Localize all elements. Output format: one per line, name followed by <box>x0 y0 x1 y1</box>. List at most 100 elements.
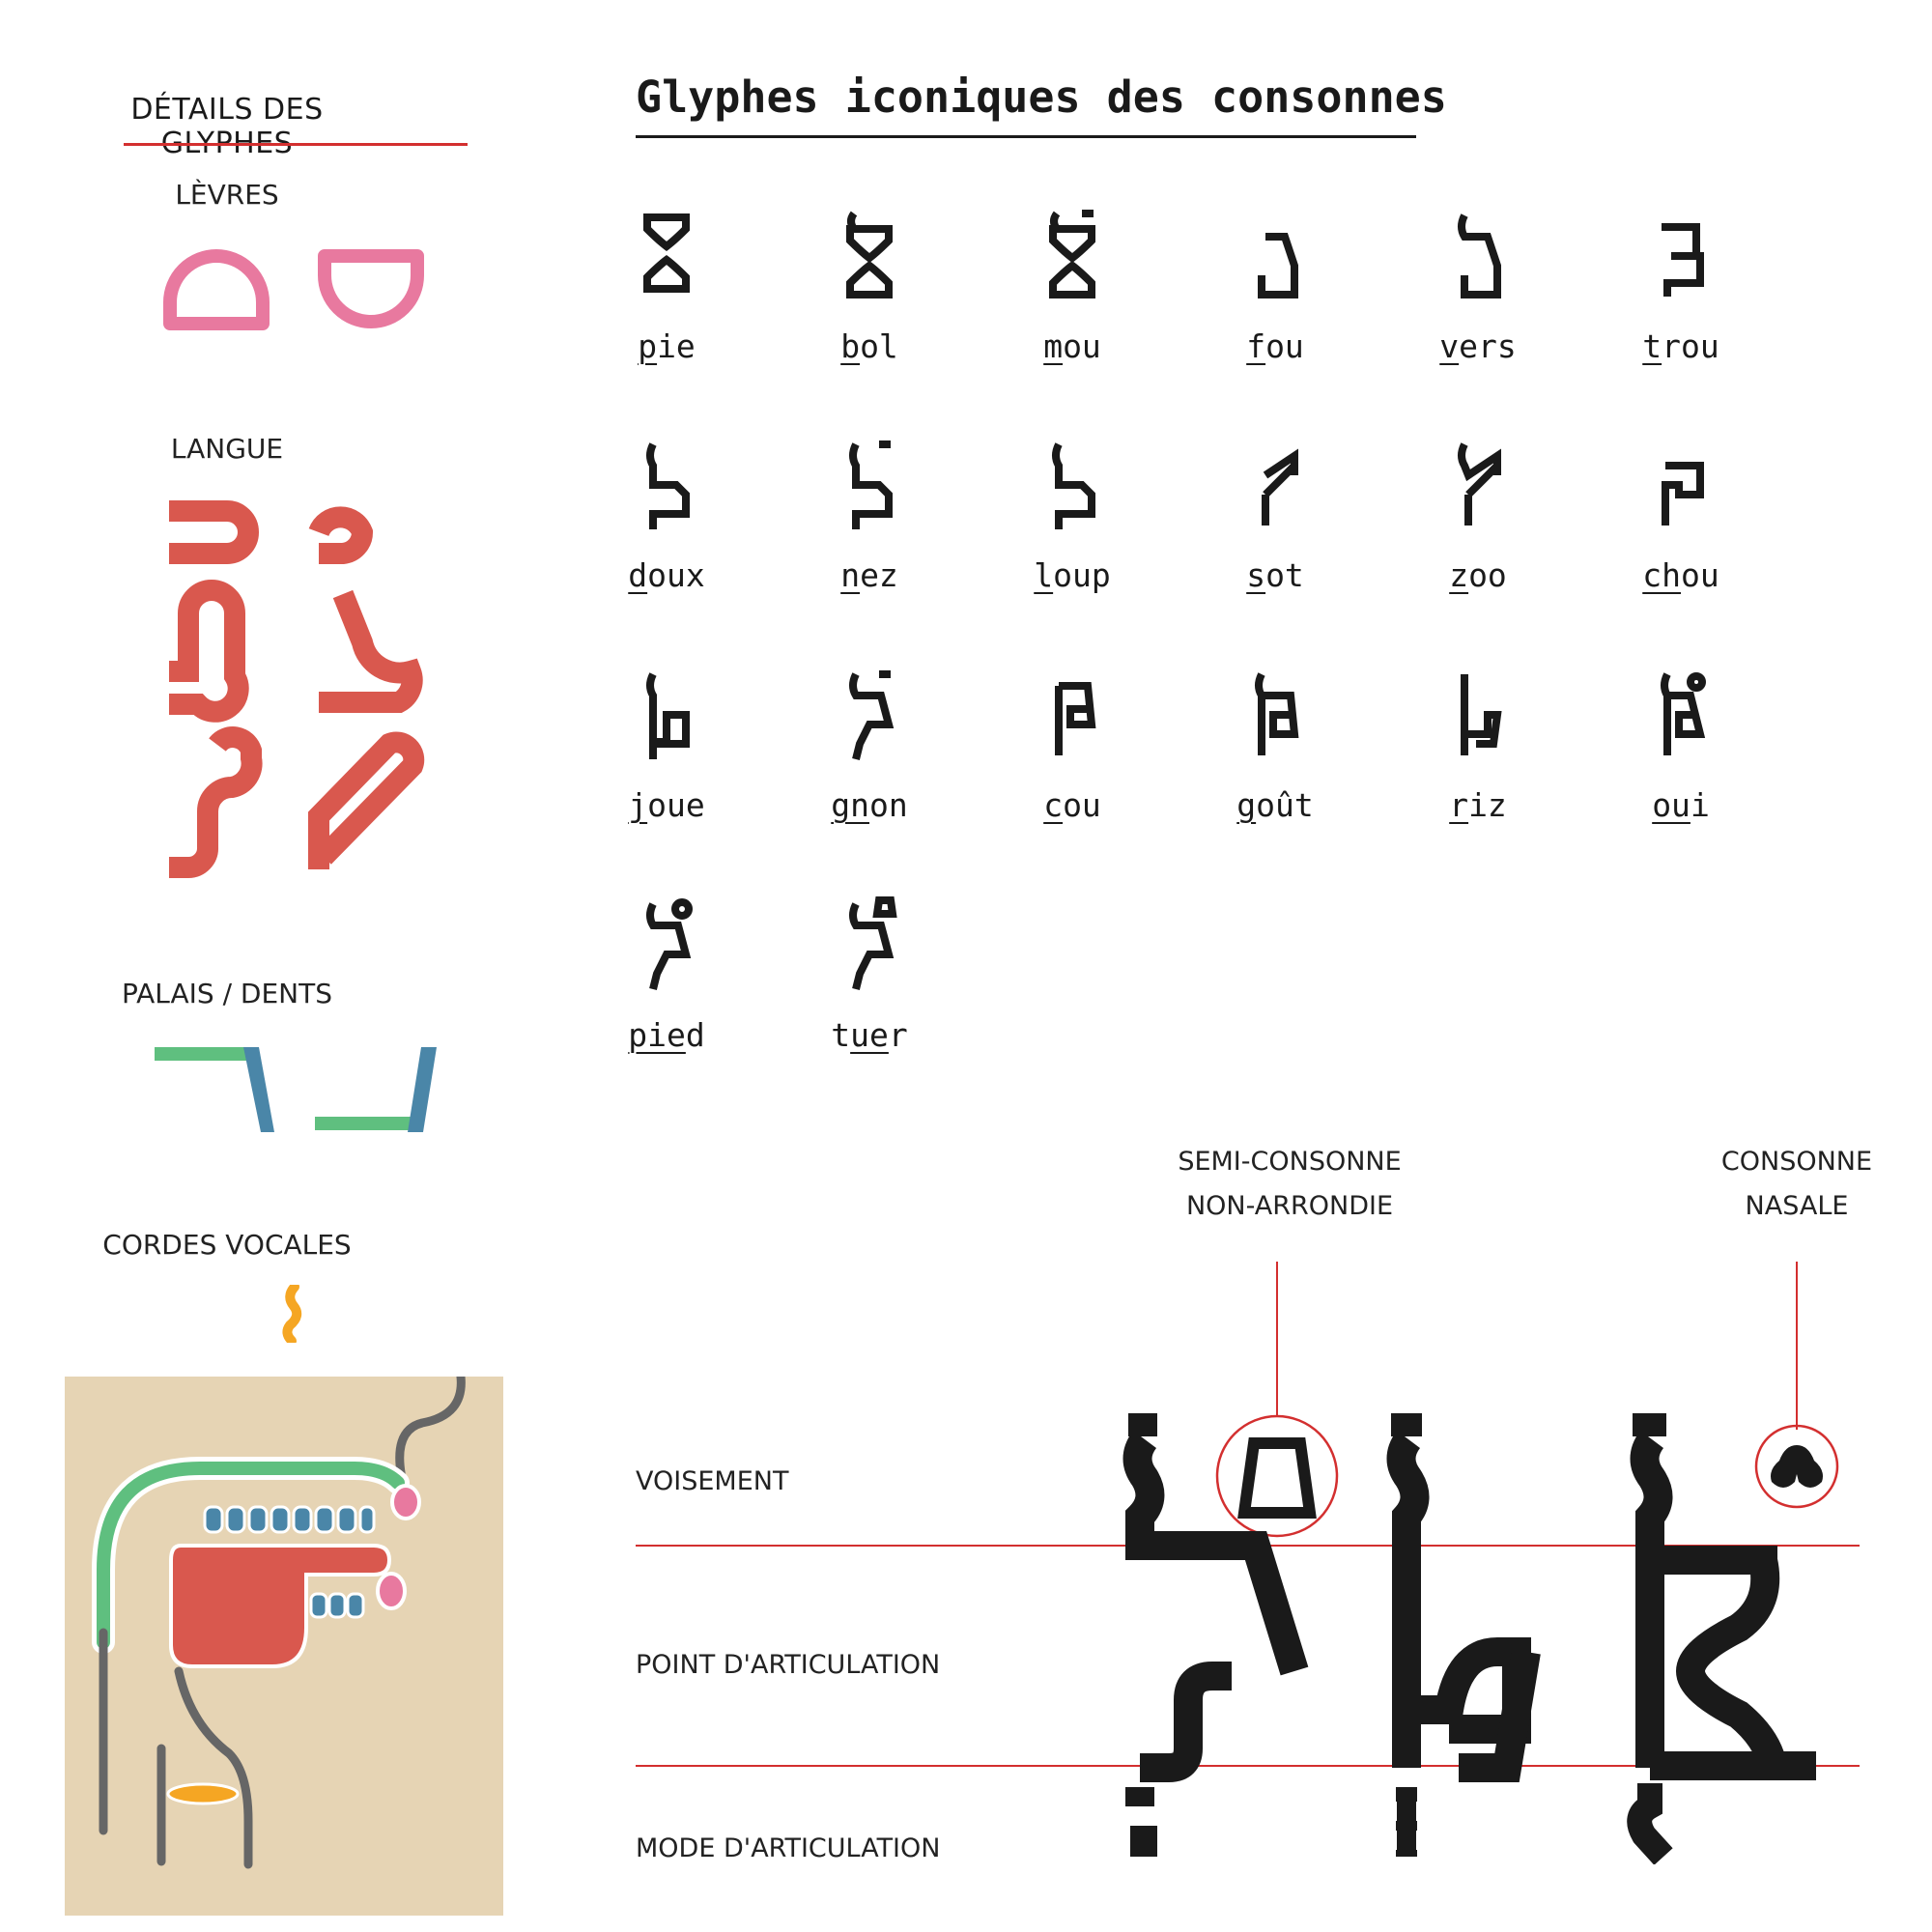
glyph-card: trou <box>1608 198 1753 365</box>
glyph-example-word: sot <box>1203 556 1348 594</box>
consonant-glyph-icon <box>1258 233 1298 298</box>
word-highlighted-sound: j <box>628 786 648 824</box>
glyph-card: loup <box>1000 427 1145 594</box>
glyph-card: mou <box>1000 198 1145 365</box>
consonant-glyph-icon <box>1458 213 1501 298</box>
tongue-shape-5 <box>169 726 263 879</box>
consonant-glyph-icon <box>646 898 693 990</box>
word-highlighted-sound: c <box>1043 786 1064 824</box>
consonant-glyph-icon <box>1458 442 1501 526</box>
upper-lip <box>390 1484 421 1520</box>
section-heading-langue: LANGUE <box>170 433 284 465</box>
page-title-underline <box>636 135 1416 138</box>
word-suffix: ie <box>657 327 696 365</box>
sidebar-title: DÉTAILS DES GLYPHES <box>130 93 324 160</box>
word-highlighted-sound: b <box>840 327 861 365</box>
consonant-glyph-icon <box>846 211 893 298</box>
mouth-cross-section-diagram <box>65 1377 503 1916</box>
word-highlighted-sound: g <box>1236 786 1257 824</box>
annotation-semi-line-1: SEMI-CONSONNE <box>1178 1147 1402 1177</box>
word-suffix: on <box>869 786 908 824</box>
word-prefix: t <box>831 1016 851 1054</box>
lips-shapes-illustration <box>163 249 424 330</box>
word-suffix: oût <box>1256 786 1314 824</box>
word-highlighted-sound: pie <box>628 1016 686 1054</box>
semi-consonne-marker-icon <box>1237 1437 1317 1519</box>
word-highlighted-sound: r <box>1449 786 1469 824</box>
big-glyph-consonne-nasale <box>1627 1413 1816 1864</box>
word-highlighted-sound: n <box>840 556 861 594</box>
consonant-glyph-icon <box>1662 462 1704 526</box>
word-highlighted-sound: ou <box>1652 786 1690 824</box>
glyph-card: nez <box>797 427 942 594</box>
glyph-card: goût <box>1203 657 1348 824</box>
glyph-card: oui <box>1608 657 1753 824</box>
sidebar-title-underline <box>124 143 468 146</box>
word-highlighted-sound: l <box>1034 556 1054 594</box>
consonant-glyph-icon <box>643 213 690 293</box>
word-highlighted-sound: ch <box>1642 556 1681 594</box>
big-glyph-riz <box>1386 1413 1541 1857</box>
glyph-example-word: cou <box>1000 786 1145 824</box>
lower-lip <box>376 1572 407 1610</box>
consonant-glyph-icon <box>1055 682 1096 755</box>
glyph-example-word: pie <box>594 327 739 365</box>
glyph-example-word: riz <box>1406 786 1550 824</box>
word-suffix: ers <box>1459 327 1517 365</box>
glyph-card: tuer <box>797 887 942 1054</box>
word-suffix: oux <box>647 556 705 594</box>
page-title: Glyphes iconiques des consonnes <box>636 71 1447 123</box>
glyph-example-word: fou <box>1203 327 1348 365</box>
glyph-card: bol <box>797 198 942 365</box>
vocal-cords-shape <box>166 1782 240 1805</box>
glyph-example-word: oui <box>1608 786 1753 824</box>
consonant-glyph-icon <box>1049 210 1095 298</box>
word-suffix: oue <box>647 786 705 824</box>
consonant-glyph-icon <box>1255 672 1299 755</box>
tongue-shape-2 <box>308 506 374 564</box>
glyph-example-word: pied <box>594 1016 739 1054</box>
tongue-shapes-illustration <box>169 500 425 879</box>
glyph-example-word: bol <box>797 327 942 365</box>
lower-lip-shape <box>318 249 424 328</box>
word-suffix: rou <box>1662 327 1719 365</box>
word-highlighted-sound: d <box>628 556 648 594</box>
word-suffix: ou <box>1063 327 1101 365</box>
vocal-cords-icon <box>282 1285 302 1343</box>
glyph-example-word: joue <box>594 786 739 824</box>
word-suffix: i <box>1690 786 1710 824</box>
big-glyph-semi-consonne <box>1122 1413 1309 1857</box>
glyph-example-word: doux <box>594 556 739 594</box>
section-heading-cordes: CORDES VOCALES <box>102 1229 352 1261</box>
annotation-semi-line-2: NON-ARRONDIE <box>1185 1191 1394 1221</box>
word-suffix: ol <box>860 327 898 365</box>
annotation-nasal-line-1: CONSONNE <box>1720 1147 1873 1177</box>
word-highlighted-sound: gn <box>831 786 869 824</box>
glyph-example-word: mou <box>1000 327 1145 365</box>
word-highlighted-sound: m <box>1043 327 1064 365</box>
upper-teeth <box>203 1505 376 1534</box>
lower-teeth <box>309 1592 365 1619</box>
glyph-card: gnon <box>797 657 942 824</box>
glyph-card: pied <box>594 887 739 1054</box>
palate-teeth-illustration <box>155 1047 437 1132</box>
glyph-example-word: trou <box>1608 327 1753 365</box>
tongue-shape-4 <box>319 589 423 713</box>
word-suffix: oo <box>1468 556 1507 594</box>
word-suffix: d <box>685 1016 705 1054</box>
word-highlighted-sound: t <box>1642 327 1662 365</box>
annotation-consonne-nasale: CONSONNE NASALE <box>1700 1140 1893 1229</box>
nasal-marker-icon <box>1771 1445 1823 1488</box>
word-suffix: r <box>888 1016 908 1054</box>
annotation-semi-consonne: SEMI-CONSONNE NON-ARRONDIE <box>1145 1140 1435 1229</box>
consonant-glyph-icon <box>1661 672 1706 755</box>
consonant-glyph-icon <box>1662 223 1704 297</box>
word-suffix: ot <box>1265 556 1304 594</box>
glyph-card: cou <box>1000 657 1145 824</box>
teeth-shape-right <box>408 1047 437 1132</box>
glyph-example-word: tuer <box>797 1016 942 1054</box>
upper-lip-shape <box>163 249 270 330</box>
word-suffix: ou <box>1681 556 1719 594</box>
glyph-anatomy-diagram <box>636 1262 1860 1864</box>
glyph-card: joue <box>594 657 739 824</box>
